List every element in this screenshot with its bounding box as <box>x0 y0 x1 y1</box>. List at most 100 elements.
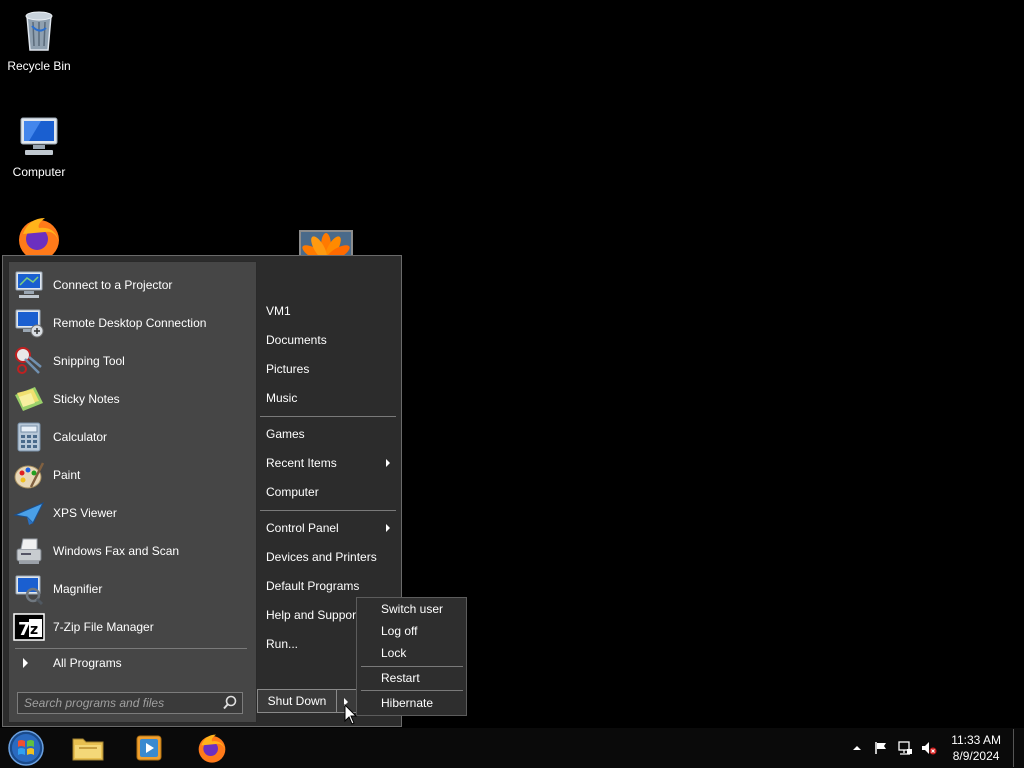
projector-icon <box>15 271 43 298</box>
right-item-pictures[interactable]: Pictures <box>260 358 396 380</box>
right-item-label: Pictures <box>266 362 310 376</box>
programs-pane: Connect to a Projector Remote Desktop Co… <box>8 261 257 723</box>
volume-muted-icon[interactable] <box>921 740 937 756</box>
7zip-icon: 7 z <box>13 613 45 641</box>
network-icon[interactable] <box>897 740 913 756</box>
program-item-xps-viewer[interactable]: XPS Viewer <box>13 495 251 531</box>
submenu-item-label: Hibernate <box>381 696 434 710</box>
shutdown-button[interactable]: Shut Down <box>257 689 337 713</box>
taskbar-firefox[interactable] <box>182 730 242 766</box>
submenu-item-label: Switch user <box>381 602 444 616</box>
taskbar: 11:33 AM 8/9/2024 <box>0 728 1024 768</box>
system-tray: 11:33 AM 8/9/2024 <box>845 728 1024 768</box>
right-item-user-folder[interactable]: VM1 <box>260 300 396 322</box>
desktop-icon-computer[interactable]: Computer <box>1 112 77 179</box>
right-item-label: Music <box>266 391 298 405</box>
program-item-fax-scan[interactable]: Windows Fax and Scan <box>13 533 251 569</box>
submenu-item-restart[interactable]: Restart <box>357 667 465 689</box>
program-item-paint[interactable]: Paint <box>13 457 251 493</box>
svg-text:7: 7 <box>18 619 31 640</box>
program-item-magnifier[interactable]: Magnifier <box>13 571 251 607</box>
submenu-item-lock[interactable]: Lock <box>357 642 465 664</box>
program-label: Connect to a Projector <box>53 278 173 292</box>
desktop-icon-label: Recycle Bin <box>7 59 71 73</box>
taskbar-explorer[interactable] <box>58 730 118 766</box>
clock-time: 11:33 AM <box>951 733 1001 747</box>
all-programs-button[interactable]: All Programs <box>13 652 251 674</box>
right-item-devices-printers[interactable]: Devices and Printers <box>260 546 396 568</box>
right-item-label: VM1 <box>266 304 291 318</box>
svg-text:z: z <box>30 622 38 638</box>
submenu-item-label: Lock <box>381 646 407 660</box>
search-box[interactable] <box>17 692 243 714</box>
magnifier-icon <box>15 575 44 605</box>
search-input[interactable] <box>18 693 222 713</box>
right-item-label: Control Panel <box>266 521 339 535</box>
program-item-snipping-tool[interactable]: Snipping Tool <box>13 343 251 379</box>
right-item-label: Help and Support <box>266 608 356 622</box>
right-item-control-panel[interactable]: Control Panel <box>260 517 396 539</box>
snipping-tool-icon <box>15 347 42 374</box>
program-label: Snipping Tool <box>53 354 125 368</box>
action-center-flag-icon[interactable] <box>873 740 889 756</box>
right-item-label: Default Programs <box>266 579 360 593</box>
programs-separator <box>15 648 247 649</box>
show-desktop-button[interactable] <box>1013 729 1024 767</box>
submenu-item-label: Log off <box>381 624 418 638</box>
clock-date: 8/9/2024 <box>952 749 1000 763</box>
search-icon[interactable] <box>222 695 238 711</box>
right-item-default-programs[interactable]: Default Programs <box>260 575 396 597</box>
right-item-label: Devices and Printers <box>266 550 377 564</box>
right-item-help-support[interactable]: Help and Support <box>260 604 356 626</box>
media-player-icon <box>136 735 162 761</box>
paint-icon <box>14 462 45 489</box>
shutdown-submenu: Switch user Log off Lock Restart Hiberna… <box>356 597 467 716</box>
right-item-label: Run... <box>266 637 299 651</box>
program-label: Calculator <box>53 430 108 444</box>
right-item-computer[interactable]: Computer <box>260 481 396 503</box>
mouse-cursor-icon <box>344 704 358 725</box>
recycle-bin-icon <box>25 11 53 51</box>
right-separator <box>260 416 396 417</box>
right-item-label: Documents <box>266 333 327 347</box>
program-label: Remote Desktop Connection <box>53 316 207 330</box>
show-hidden-icons-icon[interactable] <box>849 740 865 756</box>
all-programs-label: All Programs <box>53 656 122 670</box>
clock[interactable]: 11:33 AM 8/9/2024 <box>951 732 1001 764</box>
right-item-label: Games <box>266 427 305 441</box>
sticky-notes-icon <box>15 387 43 411</box>
right-item-music[interactable]: Music <box>260 387 396 409</box>
right-item-label: Recent Items <box>266 456 337 470</box>
desktop-icon-label: Computer <box>12 165 66 179</box>
start-orb-icon[interactable] <box>6 730 46 766</box>
right-item-documents[interactable]: Documents <box>260 329 396 351</box>
program-item-connect-projector[interactable]: Connect to a Projector <box>13 267 251 303</box>
program-item-remote-desktop[interactable]: Remote Desktop Connection <box>13 305 251 341</box>
right-item-recent-items[interactable]: Recent Items <box>260 452 396 474</box>
submenu-arrow-icon <box>386 524 390 532</box>
taskbar-media-player[interactable] <box>119 730 179 766</box>
chevron-right-icon <box>23 658 28 668</box>
firefox-icon <box>198 734 226 763</box>
right-separator <box>260 510 396 511</box>
submenu-item-hibernate[interactable]: Hibernate <box>357 692 465 714</box>
submenu-separator <box>361 690 463 691</box>
program-label: Magnifier <box>53 582 103 596</box>
submenu-item-switch-user[interactable]: Switch user <box>357 598 465 620</box>
program-item-calculator[interactable]: Calculator <box>13 419 251 455</box>
right-item-label: Computer <box>266 485 319 499</box>
desktop-icon-recycle-bin[interactable]: Recycle Bin <box>1 6 77 73</box>
program-item-sticky-notes[interactable]: Sticky Notes <box>13 381 251 417</box>
fax-scan-icon <box>16 538 42 564</box>
submenu-item-log-off[interactable]: Log off <box>357 620 465 642</box>
program-label: 7-Zip File Manager <box>53 620 154 634</box>
program-item-7zip[interactable]: 7 z 7-Zip File Manager <box>13 609 251 645</box>
shutdown-label: Shut Down <box>267 694 327 708</box>
explorer-icon <box>72 738 104 761</box>
submenu-item-label: Restart <box>381 671 420 685</box>
remote-desktop-icon <box>15 309 44 338</box>
submenu-arrow-icon <box>386 459 390 467</box>
right-item-games[interactable]: Games <box>260 423 396 445</box>
xps-viewer-icon <box>13 502 45 525</box>
program-label: Paint <box>53 468 81 482</box>
